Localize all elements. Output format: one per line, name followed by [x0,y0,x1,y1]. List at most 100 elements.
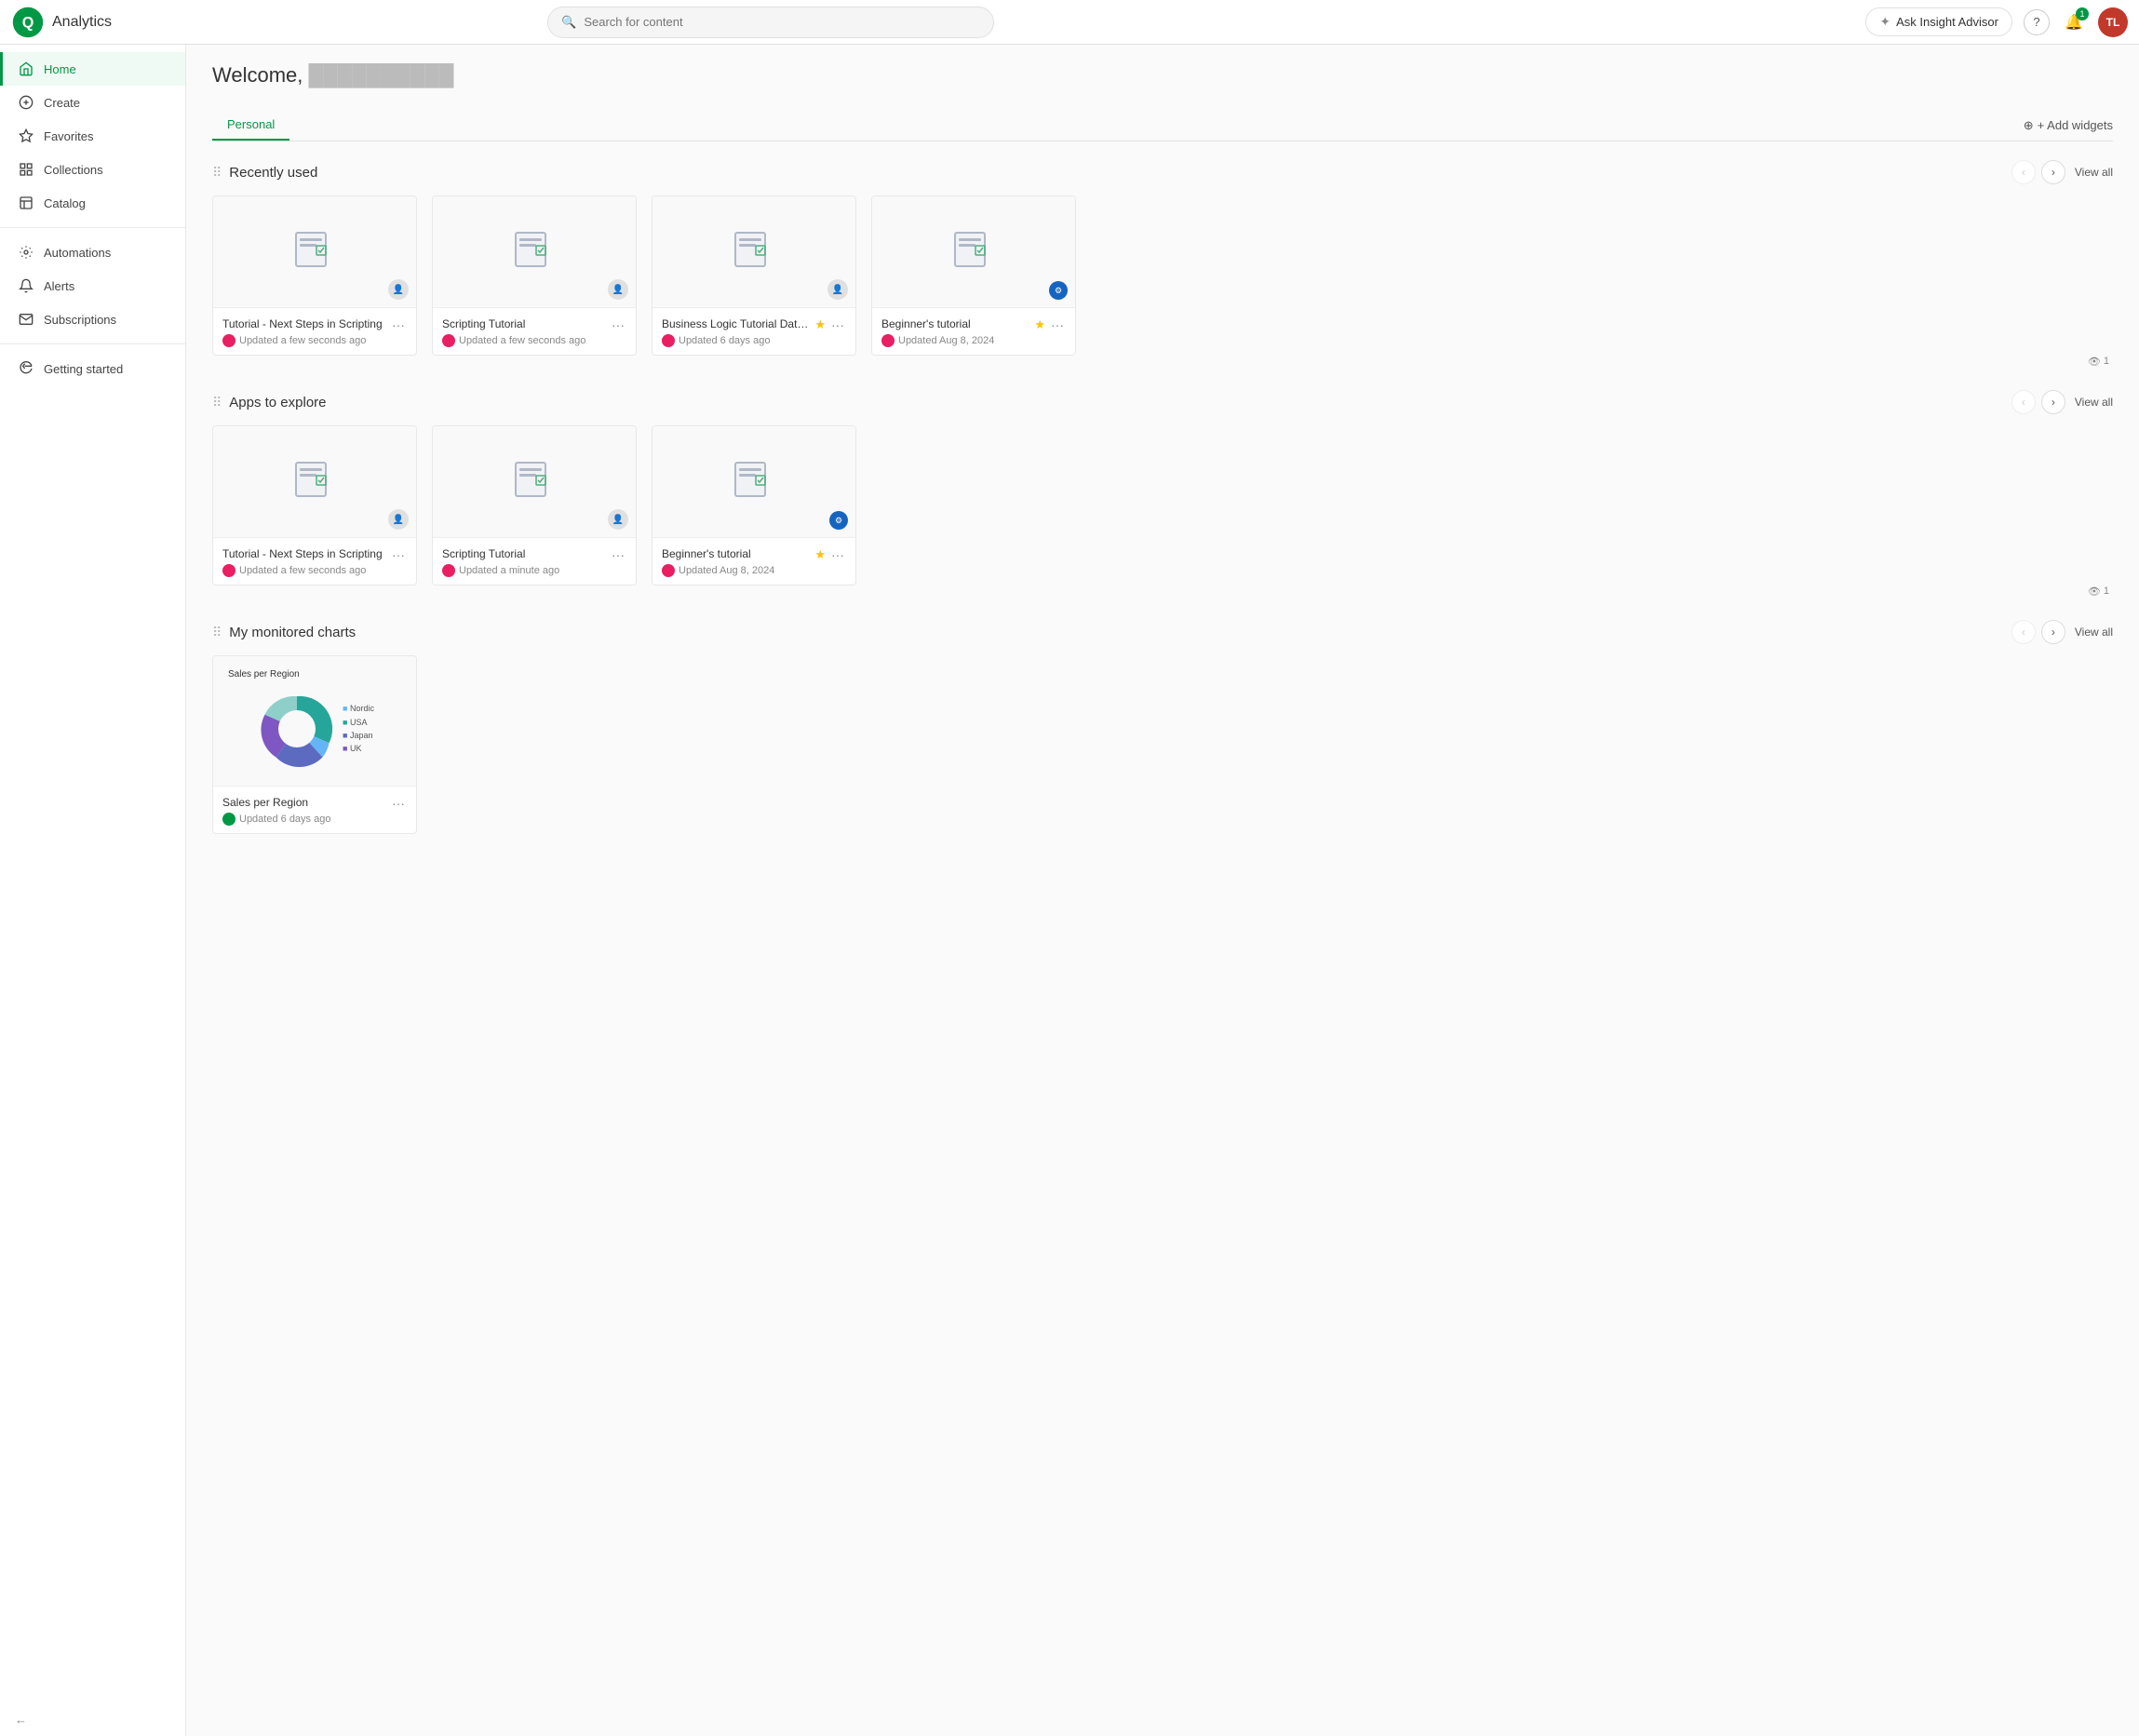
app-icon-1 [292,227,337,276]
apps-avatar-2 [442,564,455,577]
card-badge-2: 👤 [608,279,628,300]
tab-personal[interactable]: Personal [212,110,289,141]
app-name: Analytics [52,14,112,31]
insight-advisor-button[interactable]: ✦ Ask Insight Advisor [1865,7,2012,36]
recently-used-prev-button[interactable]: ‹ [2011,160,2036,184]
apps-subtitle-1: Updated a few seconds ago [222,564,386,577]
sidebar-item-catalog[interactable]: Catalog [0,186,185,220]
chart-thumb-1: Sales per Region [213,656,416,787]
collapse-icon: ← [15,1713,27,1727]
sidebar-item-automations[interactable]: Automations [0,236,185,269]
apps-views: 👁 1 [212,585,2113,601]
sidebar-item-home[interactable]: Home [0,52,185,86]
sidebar-item-collections[interactable]: Collections [0,153,185,186]
recently-used-section-header: ⠿ Recently used ‹ › View all [212,160,2113,184]
card-thumb-3: 👤 [652,196,855,308]
card-more-button-3[interactable]: ··· [829,317,846,332]
card-info-4: Beginner's tutorial Updated Aug 8, 2024 … [872,308,1075,355]
sidebar-subscriptions-label: Subscriptions [44,313,116,327]
card-badge-3: 👤 [827,279,848,300]
drag-handle-apps[interactable]: ⠿ [212,395,222,410]
card-actions-3: ★ ··· [814,317,846,332]
create-icon [18,95,34,110]
sidebar-getting-started-label: Getting started [44,362,123,376]
sidebar-collapse-button[interactable]: ← [0,1703,185,1736]
chart-legend: ■ Nordic ■ USA ■ Japan ■ UK [343,702,374,756]
search-bar[interactable]: 🔍 [547,7,994,38]
monitored-charts-title: ⠿ My monitored charts [212,625,356,640]
card-meta-2: Scripting Tutorial Updated a few seconds… [442,317,606,347]
eye-icon: 👁 [2088,356,2101,368]
apps-to-explore-nav: ‹ › View all [2011,390,2113,414]
add-widgets-button[interactable]: ⊕ + Add widgets [2024,118,2113,133]
sidebar-item-alerts[interactable]: Alerts [0,269,185,303]
help-button[interactable]: ? [2024,9,2050,35]
apps-subtitle-3: Updated Aug 8, 2024 [662,564,811,577]
notifications-button[interactable]: 🔔 1 [2061,9,2087,35]
apps-to-explore-cards: 👤 Tutorial - Next Steps in Scripting Upd… [212,425,2113,585]
tabs: Personal [212,110,289,141]
card-star-button-3[interactable]: ★ [814,317,826,332]
drag-handle-recently-used[interactable]: ⠿ [212,165,222,181]
apps-actions-1: ··· [390,547,407,562]
card-actions-1: ··· [390,317,407,332]
sidebar-collections-label: Collections [44,163,103,177]
apps-subtitle-2: Updated a minute ago [442,564,606,577]
sidebar-item-favorites[interactable]: Favorites [0,119,185,153]
svg-text:Q: Q [22,14,34,31]
card-more-button-2[interactable]: ··· [610,317,626,332]
card-more-button-4[interactable]: ··· [1049,317,1066,332]
sidebar-item-subscriptions[interactable]: Subscriptions [0,303,185,336]
recently-used-next-button[interactable]: › [2041,160,2065,184]
legend-item-uk: ■ UK [343,742,374,755]
chart-more-button-1[interactable]: ··· [390,796,407,811]
apps-actions-3: ★ ··· [814,547,846,562]
topbar-left: Q Analytics [11,6,112,39]
sidebar-divider-2 [0,343,185,344]
charts-next-button[interactable]: › [2041,620,2065,644]
card-meta-3: Business Logic Tutorial Data Prep Update… [662,317,811,347]
card-thumb-4: ⚙ [872,196,1075,308]
apps-icon-2 [512,457,557,506]
sidebar-favorites-label: Favorites [44,129,93,143]
apps-view-all[interactable]: View all [2075,396,2113,409]
help-icon: ? [2033,15,2039,29]
card-badge-1: 👤 [388,279,409,300]
recently-used-title: ⠿ Recently used [212,165,317,181]
apps-more-button-3[interactable]: ··· [829,547,846,562]
charts-prev-button[interactable]: ‹ [2011,620,2036,644]
chart-meta-1: Sales per Region Updated 6 days ago [222,796,386,826]
legend-item-nordic: ■ Nordic [343,702,374,715]
avatar[interactable]: TL [2098,7,2128,37]
legend-item-japan: ■ Japan [343,729,374,742]
chart-avatar-1 [222,813,235,826]
apps-more-button-1[interactable]: ··· [390,547,407,562]
card-info-2: Scripting Tutorial Updated a few seconds… [433,308,636,355]
sidebar-item-create[interactable]: Create [0,86,185,119]
recently-used-card-4: ⚙ Beginner's tutorial Updated Aug 8, 202… [871,195,1076,356]
apps-icon-3 [732,457,776,506]
apps-more-button-2[interactable]: ··· [610,547,626,562]
topbar: Q Analytics 🔍 ✦ Ask Insight Advisor ? 🔔 … [0,0,2139,45]
apps-prev-button[interactable]: ‹ [2011,390,2036,414]
card-title-3: Business Logic Tutorial Data Prep [662,317,811,330]
apps-next-button[interactable]: › [2041,390,2065,414]
apps-star-button-3[interactable]: ★ [814,547,826,562]
app-icon-3 [732,227,776,276]
card-more-button-1[interactable]: ··· [390,317,407,332]
search-input[interactable] [584,15,980,29]
apps-avatar-3 [662,564,675,577]
apps-meta-2: Scripting Tutorial Updated a minute ago [442,547,606,577]
qlik-logo-svg: Q [11,6,45,39]
drag-handle-charts[interactable]: ⠿ [212,625,222,640]
apps-title-1: Tutorial - Next Steps in Scripting [222,547,386,560]
apps-title-3: Beginner's tutorial [662,547,811,560]
sidebar-item-getting-started[interactable]: Getting started [0,352,185,385]
chart-actions-1: ··· [390,796,407,811]
charts-view-all[interactable]: View all [2075,626,2113,639]
welcome-row: Welcome, ██████████ [212,63,2113,102]
card-star-button-4[interactable]: ★ [1034,317,1045,332]
donut-chart-svg [255,687,339,771]
recently-used-view-all[interactable]: View all [2075,166,2113,179]
apps-thumb-3: ⚙ [652,426,855,538]
